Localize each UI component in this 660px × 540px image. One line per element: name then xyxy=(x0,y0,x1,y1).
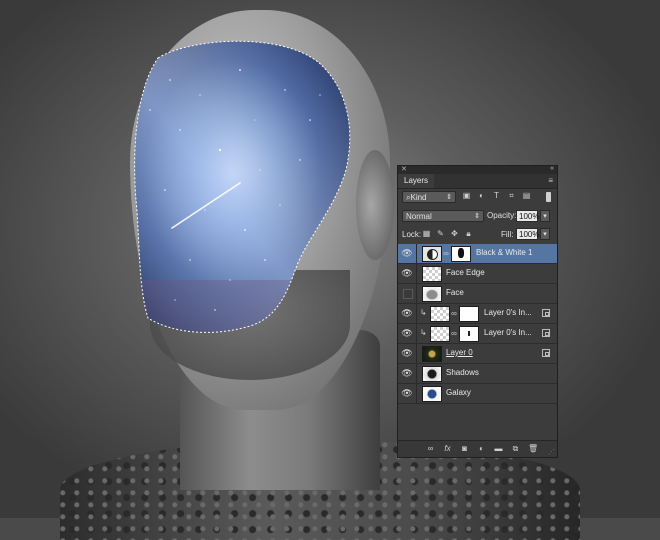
eye-icon[interactable]: 👁︎ xyxy=(401,307,413,319)
divider xyxy=(416,324,417,343)
filter-toggle[interactable] xyxy=(546,192,551,202)
layer-row[interactable]: 👁︎ Layer 0 xyxy=(398,344,557,364)
document-canvas[interactable] xyxy=(0,0,660,540)
lock-image-icon[interactable]: ✎ xyxy=(436,229,445,239)
adjustment-thumbnail xyxy=(422,246,442,262)
divider xyxy=(416,284,417,303)
layer-name: Shadows xyxy=(446,368,479,377)
collapse-panel-icon[interactable]: « xyxy=(550,165,554,172)
layer-row[interactable]: 👁︎ ↳ ∞ Layer 0's In... xyxy=(398,324,557,344)
close-panel-icon[interactable]: ✕ xyxy=(401,165,407,173)
layer-thumbnail xyxy=(422,286,442,302)
panel-bottom-bar: ∞ fx ◙ ◐ ▬ ⧉ 🗑︎ ⋰ xyxy=(398,440,557,457)
divider xyxy=(416,384,417,403)
smart-object-icon xyxy=(542,309,550,317)
clipping-arrow-icon: ↳ xyxy=(420,308,427,317)
layer-thumbnail xyxy=(422,386,442,402)
layer-row[interactable]: Face xyxy=(398,284,557,304)
new-adjustment-icon[interactable]: ◐ xyxy=(477,443,486,454)
panel-tab-row: Layers ≡ xyxy=(398,174,557,189)
layer-name: Layer 0 xyxy=(446,348,473,357)
visibility-toggle-off[interactable] xyxy=(403,289,413,299)
resize-grip-icon[interactable]: ⋰ xyxy=(548,448,555,456)
chain-link-icon[interactable]: ∞ xyxy=(451,328,457,339)
type-filter-icon[interactable]: T xyxy=(492,191,501,200)
layer-mask-thumbnail[interactable] xyxy=(451,246,471,262)
pixel-layer-filter-icon[interactable]: ▣ xyxy=(462,191,471,200)
layer-thumbnail xyxy=(430,306,450,322)
divider xyxy=(416,344,417,363)
layer-row[interactable]: 👁︎ Face Edge xyxy=(398,264,557,284)
divider xyxy=(416,244,417,263)
layer-name: Face Edge xyxy=(446,268,485,277)
opacity-slider-toggle[interactable]: ▾ xyxy=(540,210,550,222)
chevron-down-icon: ⇕ xyxy=(474,213,480,220)
divider xyxy=(416,304,417,323)
smart-object-icon xyxy=(542,329,550,337)
divider xyxy=(416,364,417,383)
link-layers-icon[interactable]: ∞ xyxy=(426,443,435,454)
lock-position-icon[interactable]: ✥ xyxy=(450,229,459,239)
chevron-down-icon: ⇕ xyxy=(446,194,452,201)
tab-layers[interactable]: Layers xyxy=(398,174,435,188)
eye-icon[interactable]: 👁︎ xyxy=(401,247,413,259)
chain-link-icon[interactable]: ∞ xyxy=(451,308,457,319)
add-mask-icon[interactable]: ◙ xyxy=(460,443,469,454)
layer-name: Layer 0's In... xyxy=(484,308,532,317)
layer-name: Black & White 1 xyxy=(476,248,533,257)
blend-mode-dropdown[interactable]: Normal ⇕ xyxy=(402,210,484,222)
smart-object-filter-icon[interactable]: ▤ xyxy=(522,191,531,200)
smart-object-icon xyxy=(542,349,550,357)
blend-mode-value: Normal xyxy=(406,212,432,221)
lock-transparent-icon[interactable]: ▦ xyxy=(422,229,431,239)
new-group-icon[interactable]: ▬ xyxy=(494,443,503,454)
blend-row: Normal ⇕ Opacity: 100% ▾ xyxy=(398,208,557,226)
layer-row[interactable]: 👁︎ ∞ Black & White 1 xyxy=(398,244,557,264)
layers-panel: ✕ « Layers ≡ ⌕Kind ⇕ ▣ ◐ T ⌗ ▤ Normal ⇕ … xyxy=(397,165,558,458)
chain-link-icon[interactable]: ∞ xyxy=(443,248,449,259)
lock-label: Lock: xyxy=(402,230,422,239)
filter-row: ⌕Kind ⇕ ▣ ◐ T ⌗ ▤ xyxy=(398,188,557,208)
layer-thumbnail xyxy=(422,266,442,282)
layers-list: 👁︎ ∞ Black & White 1 👁︎ Face Edge Face 👁… xyxy=(398,244,557,404)
layer-row[interactable]: 👁︎ Galaxy xyxy=(398,384,557,404)
layer-name: Galaxy xyxy=(446,388,471,397)
eye-icon[interactable]: 👁︎ xyxy=(401,387,413,399)
eye-icon[interactable]: 👁︎ xyxy=(401,367,413,379)
layer-mask-thumbnail[interactable] xyxy=(459,306,479,322)
filter-kind-value: Kind xyxy=(410,193,427,202)
eye-icon[interactable]: 👁︎ xyxy=(401,347,413,359)
lock-all-icon[interactable]: 🔒︎ xyxy=(464,229,473,239)
divider xyxy=(416,264,417,283)
layer-mask-thumbnail[interactable] xyxy=(459,326,479,342)
adjustment-filter-icon[interactable]: ◐ xyxy=(477,191,486,200)
new-layer-icon[interactable]: ⧉ xyxy=(511,443,520,454)
layer-thumbnail xyxy=(430,326,450,342)
layer-thumbnail xyxy=(422,346,442,362)
fill-input[interactable]: 100% xyxy=(516,228,539,240)
layer-name: Face xyxy=(446,288,464,297)
delete-layer-icon[interactable]: 🗑︎ xyxy=(528,443,538,454)
lock-row: Lock: ▦ ✎ ✥ 🔒︎ Fill: 100% ▾ xyxy=(398,226,557,245)
panel-titlebar[interactable]: ✕ « xyxy=(398,165,557,174)
opacity-label: Opacity: xyxy=(487,211,517,220)
layer-style-icon[interactable]: fx xyxy=(443,443,452,454)
panel-menu-icon[interactable]: ≡ xyxy=(548,176,553,185)
galaxy-face-cutout xyxy=(134,40,351,333)
fill-slider-toggle[interactable]: ▾ xyxy=(540,228,550,240)
layer-row[interactable]: 👁︎ Shadows xyxy=(398,364,557,384)
layer-row[interactable]: 👁︎ ↳ ∞ Layer 0's In... xyxy=(398,304,557,324)
filter-kind-dropdown[interactable]: ⌕Kind ⇕ xyxy=(402,191,456,203)
eye-icon[interactable]: 👁︎ xyxy=(401,327,413,339)
shape-filter-icon[interactable]: ⌗ xyxy=(507,191,516,200)
layer-name: Layer 0's In... xyxy=(484,328,532,337)
fill-label: Fill: xyxy=(501,230,514,239)
opacity-input[interactable]: 100% xyxy=(516,210,539,222)
eye-icon[interactable]: 👁︎ xyxy=(401,267,413,279)
clipping-arrow-icon: ↳ xyxy=(420,328,427,337)
layer-thumbnail xyxy=(422,366,442,382)
